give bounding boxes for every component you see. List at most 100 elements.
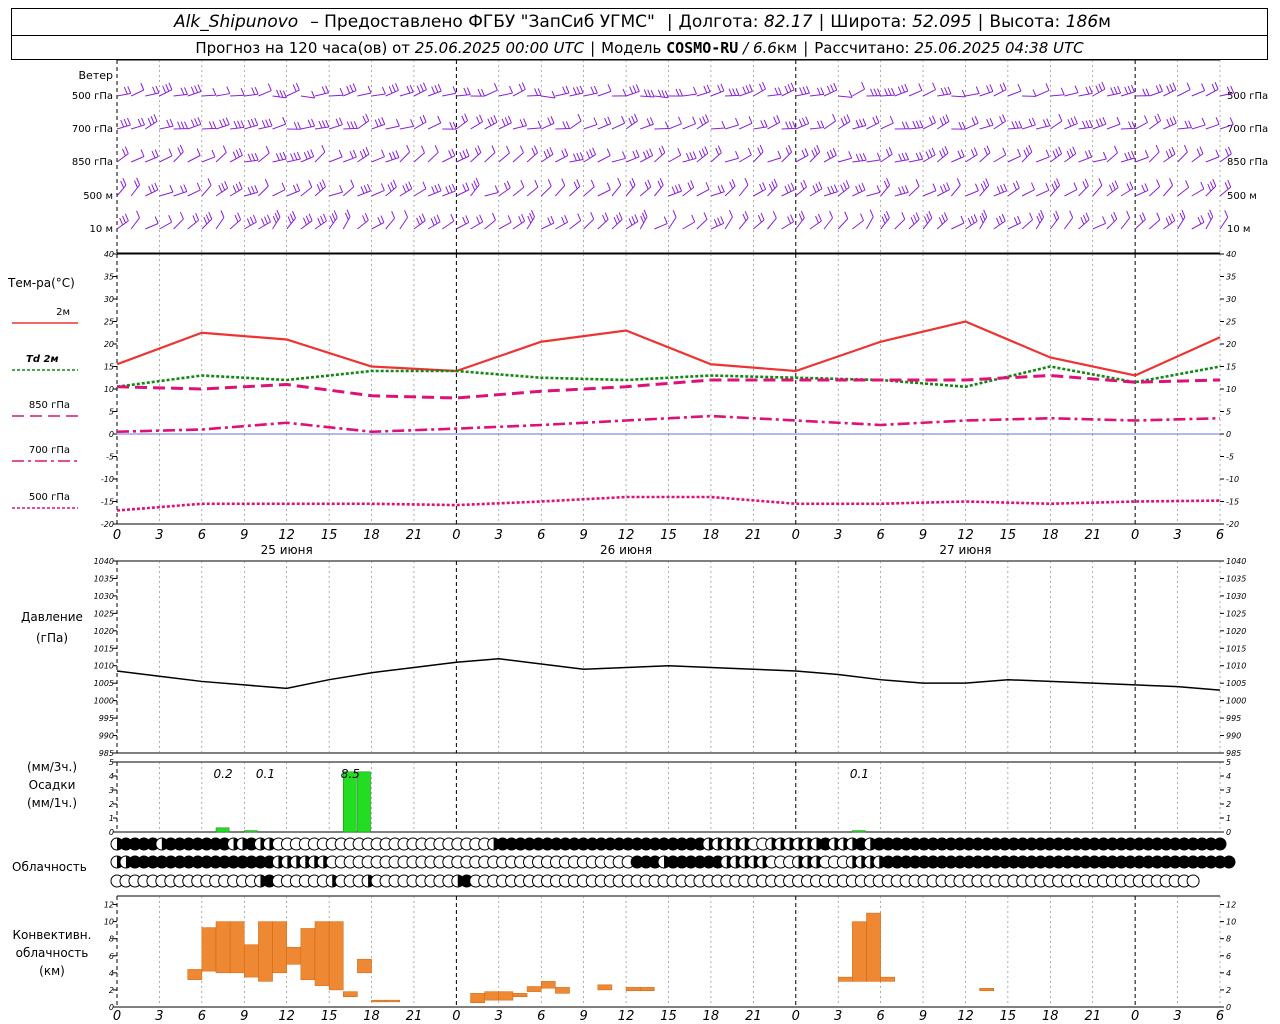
wind-barb <box>1149 90 1163 97</box>
wind-barb <box>922 89 936 97</box>
wind-barb-feather <box>1144 115 1148 123</box>
wind-barb-feather <box>1013 182 1017 191</box>
hour-tick-label: 21 <box>406 528 423 543</box>
wind-barb-feather <box>1085 86 1090 95</box>
wind-barb-feather <box>346 121 351 129</box>
wind-barb <box>329 94 344 97</box>
wind-barb-feather <box>1155 85 1160 93</box>
wind-barb-feather <box>729 181 734 189</box>
pressure-ytick-label: 1015 <box>1226 644 1246 653</box>
wind-barb-feather <box>986 85 991 93</box>
wind-barb-feather <box>616 214 621 223</box>
wind-barb <box>724 216 733 230</box>
wind-barb-feather <box>1129 181 1134 189</box>
wind-barb-feather <box>1114 145 1118 154</box>
temperature-panel: -20 -20-15 -15-10 -10-5 -50 05 510 1015 1520 2025… <box>101 250 1239 557</box>
temp-ytick-label: -5 <box>106 453 114 462</box>
wind-barb-feather <box>787 216 792 224</box>
wind-barb <box>300 220 313 230</box>
wind-barb <box>1134 156 1149 163</box>
wind-barb-feather <box>777 150 782 159</box>
wind-barb-feather <box>1126 183 1131 191</box>
wind-barb-feather <box>232 185 237 193</box>
wind-barb-feather <box>506 145 510 154</box>
hour-tick-label: 6 <box>537 1009 545 1024</box>
wind-barb-feather <box>973 214 978 222</box>
wind-barb-feather <box>1181 209 1186 218</box>
wind-barb-feather <box>932 183 937 191</box>
wind-barb-feather <box>212 87 217 96</box>
wind-barb-feather <box>883 180 888 189</box>
wind-barb-feather <box>1017 83 1022 92</box>
wind-barb-feather <box>352 149 357 158</box>
wind-barb-feather <box>790 82 795 90</box>
wind-barb <box>866 191 881 197</box>
wind-barb <box>357 120 370 130</box>
wind-barb-feather <box>1188 120 1192 128</box>
wind-barb <box>159 191 174 197</box>
wind-barb-feather <box>631 178 636 186</box>
wind-barb-feather <box>194 118 199 126</box>
wind-barb-feather <box>123 118 128 127</box>
wind-barb-feather <box>416 85 421 94</box>
wind-barb-feather <box>593 117 598 125</box>
wind-barb <box>244 93 259 97</box>
wind-barb <box>371 189 385 197</box>
wind-barb <box>951 222 965 230</box>
wind-barb <box>781 221 794 230</box>
wind-barb-feather <box>302 217 307 226</box>
wind-barb-feather <box>150 116 155 124</box>
wind-barb-feather <box>547 217 552 225</box>
pressure-panel: 985 985 990 990 995 995 1000 1000 1005 1005 1010 10… <box>94 557 1247 758</box>
wind-barb-feather <box>941 214 946 223</box>
wind-barb-feather <box>844 211 849 219</box>
wind-level-label: 10 м <box>90 224 113 235</box>
wind-barb-feather <box>1031 182 1035 190</box>
wind-barb <box>413 89 427 97</box>
wind-barb-feather <box>692 116 697 124</box>
wind-barb <box>1106 123 1121 130</box>
wind-barb-feather <box>550 116 555 124</box>
wind-barb <box>413 220 426 230</box>
wind-barb-feather <box>281 182 286 190</box>
hour-tick-label: 9 <box>240 1009 248 1024</box>
wind-barb-feather <box>788 144 793 153</box>
wind-barb-feather <box>919 152 924 160</box>
wind-barb <box>951 156 965 163</box>
wind-barb <box>738 217 749 230</box>
wind-barb <box>130 156 145 163</box>
wind-barb-feather <box>759 144 764 153</box>
wind-barb-feather <box>265 145 270 154</box>
wind-barb <box>201 185 212 197</box>
wind-barb-feather <box>980 183 985 191</box>
wind-barb <box>187 189 201 197</box>
wind-barb-feather <box>961 121 966 130</box>
wind-barb <box>272 189 286 197</box>
wind-barb <box>484 152 496 163</box>
wind-barb-feather <box>944 145 949 154</box>
wind-barb-feather <box>437 183 442 192</box>
wind-barb-feather <box>169 119 174 127</box>
wind-barb-feather <box>840 184 845 192</box>
wind-barb-feather <box>1185 180 1190 188</box>
wind-barb-feather <box>576 179 581 187</box>
wind-barb <box>1120 217 1131 230</box>
wind-barb-feather <box>293 152 298 161</box>
wind-barb-feather <box>311 118 315 127</box>
wind-barb <box>555 92 570 97</box>
wind-barb-feather <box>1056 178 1061 186</box>
wind-barb-feather <box>816 144 821 153</box>
wind-barb <box>1148 219 1161 230</box>
wind-barb <box>880 184 890 197</box>
wind-barb-feather <box>858 184 863 192</box>
wind-barb-feather <box>451 148 456 157</box>
wind-barb-feather <box>137 118 142 127</box>
wind-barb-feather <box>939 118 944 126</box>
wind-barb-feather <box>1165 150 1170 159</box>
wind-barb <box>541 222 555 230</box>
wind-barb-feather <box>862 153 867 161</box>
wind-barb-feather <box>720 216 725 224</box>
wind-barb-feather <box>999 83 1004 92</box>
wind-barb-feather <box>649 117 654 125</box>
conv-bar <box>540 981 556 989</box>
